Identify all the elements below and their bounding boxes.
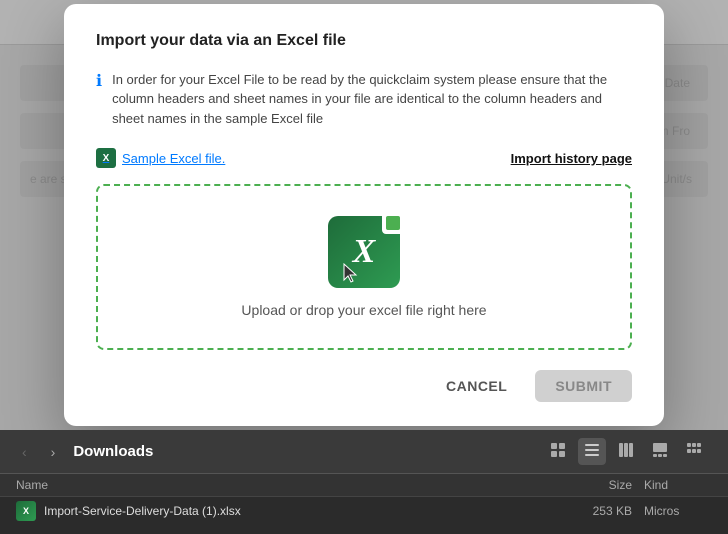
excel-page-icon xyxy=(386,216,400,230)
file-name: Import-Service-Delivery-Data (1).xlsx xyxy=(44,504,241,518)
col-size-header: Size xyxy=(552,478,632,492)
back-arrow-button[interactable]: ‹ xyxy=(16,440,33,464)
modal-dialog: Import your data via an Excel file ℹ In … xyxy=(64,4,664,427)
sample-link-label: Sample Excel file. xyxy=(122,151,225,166)
forward-arrow-button[interactable]: › xyxy=(45,440,62,464)
gallery-view-icon xyxy=(652,442,668,458)
excel-page-corner xyxy=(382,212,404,234)
downloads-header: ‹ › Downloads xyxy=(0,430,728,474)
import-history-link[interactable]: Import history page xyxy=(511,151,632,166)
col-name-header: Name xyxy=(16,478,552,492)
submit-button[interactable]: SUBMIT xyxy=(535,370,632,402)
drop-zone-text: Upload or drop your excel file right her… xyxy=(241,302,486,318)
cancel-button[interactable]: CANCEL xyxy=(430,370,523,402)
column-view-icon xyxy=(618,442,634,458)
grid-view-icon xyxy=(550,442,566,458)
file-row[interactable]: X Import-Service-Delivery-Data (1).xlsx … xyxy=(0,497,728,525)
sample-excel-link[interactable]: X Sample Excel file. xyxy=(96,148,225,168)
file-drop-zone[interactable]: X Upload or drop your excel file right h… xyxy=(96,184,632,350)
modal-title: Import your data via an Excel file xyxy=(96,32,632,50)
gallery-view-button[interactable] xyxy=(646,438,674,465)
list-view-icon xyxy=(584,442,600,458)
file-excel-icon: X xyxy=(16,501,36,521)
info-box: ℹ In order for your Excel File to be rea… xyxy=(96,70,632,129)
info-icon: ℹ xyxy=(96,71,102,129)
downloads-column-headers: Name Size Kind xyxy=(0,474,728,497)
modal-overlay: Import your data via an Excel file ℹ In … xyxy=(0,0,728,430)
file-size: 253 KB xyxy=(552,504,632,518)
downloads-title: Downloads xyxy=(73,443,532,460)
cursor-arrow xyxy=(342,262,360,284)
info-text: In order for your Excel File to be read … xyxy=(112,70,632,129)
excel-small-icon: X xyxy=(96,148,116,168)
icon-view-button[interactable] xyxy=(544,438,572,465)
file-icon-name: X Import-Service-Delivery-Data (1).xlsx xyxy=(16,501,552,521)
file-kind: Micros xyxy=(632,504,712,518)
modal-footer: CANCEL SUBMIT xyxy=(96,370,632,402)
view-buttons xyxy=(544,438,712,465)
column-view-button[interactable] xyxy=(612,438,640,465)
excel-large-icon: X xyxy=(328,216,400,288)
col-kind-header: Kind xyxy=(632,478,712,492)
list-view-button[interactable] xyxy=(578,438,606,465)
more-view-button[interactable] xyxy=(680,438,712,465)
downloads-bar: ‹ › Downloads xyxy=(0,430,728,534)
more-view-icon xyxy=(686,442,706,458)
links-row: X Sample Excel file. Import history page xyxy=(96,148,632,168)
